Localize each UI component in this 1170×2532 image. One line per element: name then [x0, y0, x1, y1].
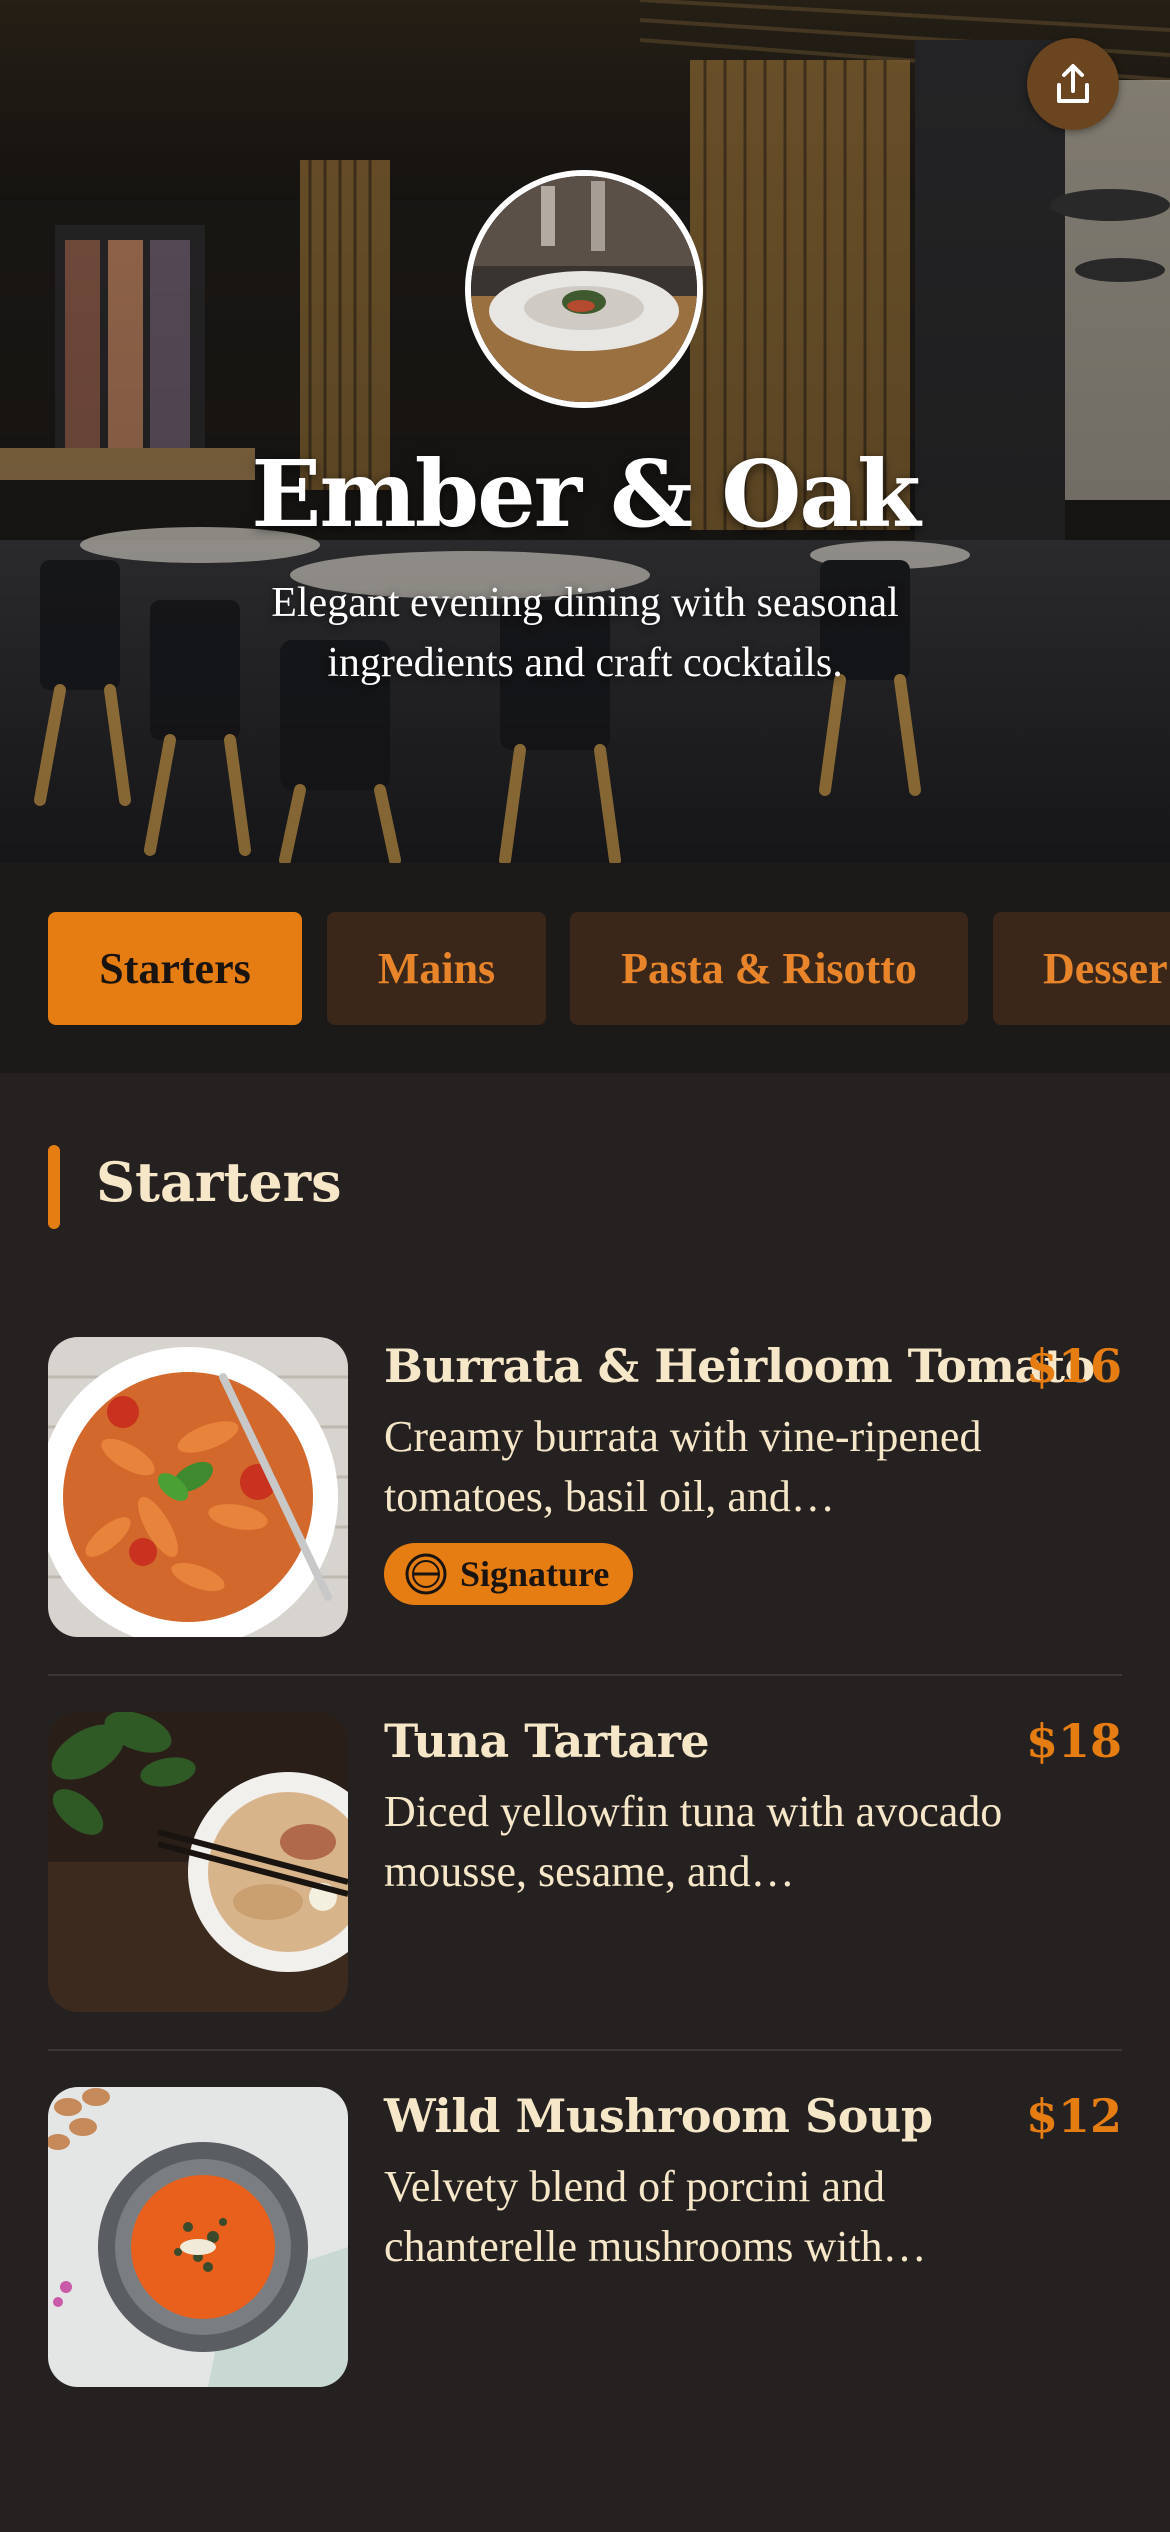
- item-divider: [48, 1674, 1122, 1676]
- item-name: Tuna Tartare: [384, 1714, 710, 1768]
- item-name: Burrata & Heirloom Tomato: [384, 1339, 1095, 1393]
- item-price: $12: [1025, 2089, 1122, 2143]
- tab-starters[interactable]: Starters: [48, 912, 302, 1025]
- restaurant-tagline: Elegant evening dining with seasonal ing…: [271, 580, 899, 686]
- menu-item[interactable]: Burrata & Heirloom Tomato $16 Creamy bur…: [48, 1337, 1122, 1637]
- item-description: Velvety blend of porcini and chanterelle…: [384, 2162, 927, 2271]
- menu-item[interactable]: Tuna Tartare $18 Diced yellowfin tuna wi…: [48, 1712, 1122, 2012]
- item-price: $18: [1025, 1714, 1122, 1768]
- share-button[interactable]: [1027, 38, 1119, 130]
- hero-banner: Ember & Oak Elegant evening dining with …: [0, 0, 1170, 863]
- item-photo: [48, 1712, 348, 2012]
- menu-item[interactable]: Wild Mushroom Soup $12 Velvety blend of …: [48, 2087, 1122, 2387]
- restaurant-interior-image: [0, 0, 1170, 863]
- share-icon: [1057, 64, 1089, 103]
- item-photo: [48, 2087, 348, 2387]
- badge-label: Signature: [460, 1554, 610, 1594]
- signature-badge: Signature: [384, 1543, 634, 1605]
- item-photo: [48, 1337, 348, 1637]
- staff-pick-icon: [405, 1553, 447, 1595]
- item-description: Creamy burrata with vine-ripened tomatoe…: [384, 1412, 982, 1521]
- item-name: Wild Mushroom Soup: [384, 2089, 933, 2143]
- item-divider: [48, 2049, 1122, 2051]
- item-price: $16: [1025, 1339, 1122, 1393]
- tab-mains[interactable]: Mains: [327, 912, 546, 1025]
- item-description: Diced yellowfin tuna with avocado mousse…: [384, 1787, 1003, 1896]
- restaurant-avatar: [465, 170, 703, 408]
- section-accent-bar: [48, 1145, 60, 1229]
- tab-pasta-risotto[interactable]: Pasta & Risotto: [570, 912, 968, 1025]
- tab-desserts[interactable]: Desser: [993, 912, 1170, 1025]
- restaurant-name: Ember & Oak: [251, 440, 920, 548]
- category-tabs: Starters Mains Pasta & Risotto Desser: [0, 863, 1170, 1073]
- section-title: Starters: [96, 1150, 342, 1214]
